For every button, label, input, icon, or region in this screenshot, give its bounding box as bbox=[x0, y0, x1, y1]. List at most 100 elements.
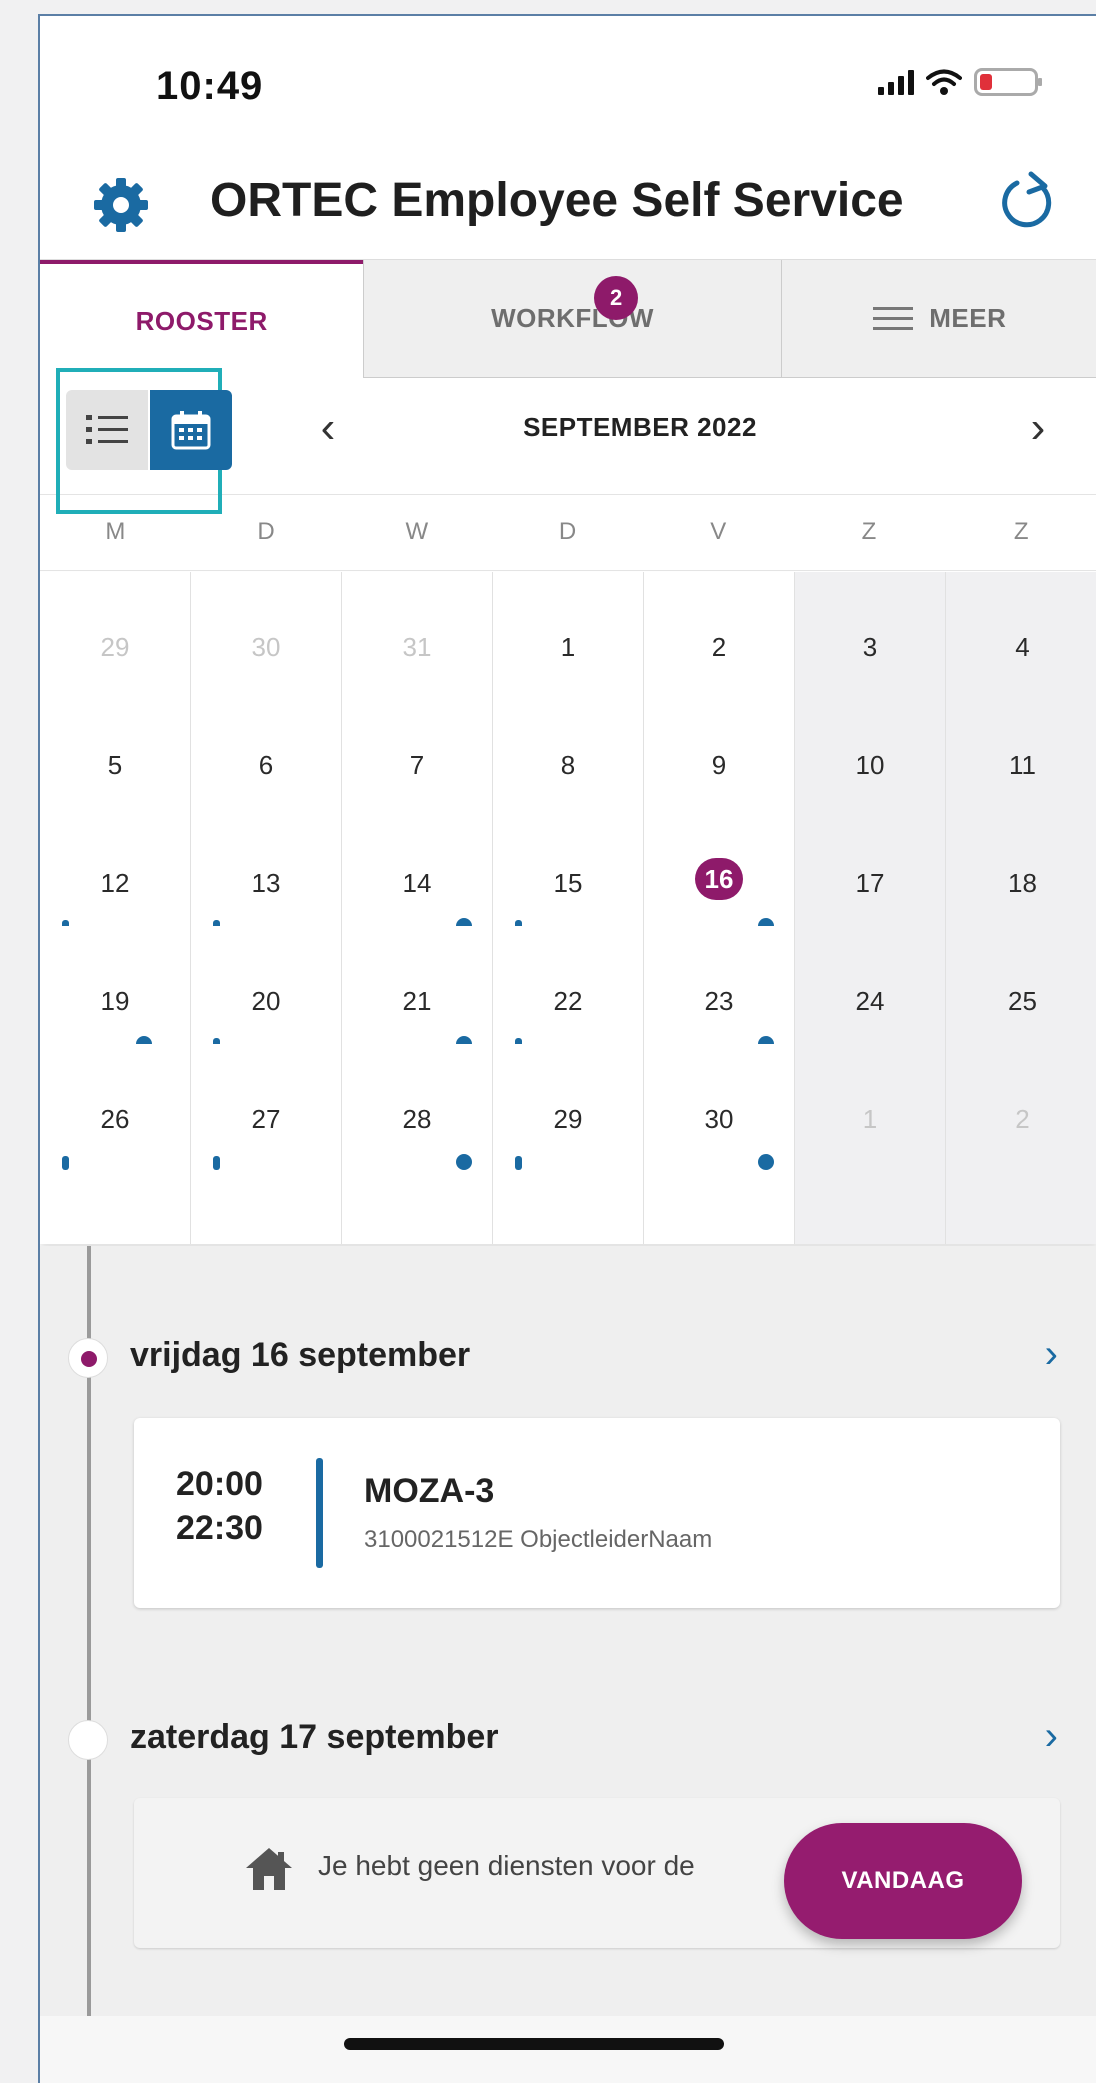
calendar-day-cell[interactable]: 7 bbox=[342, 690, 493, 808]
gear-icon[interactable] bbox=[92, 176, 150, 234]
weekday-label: Z bbox=[1013, 518, 1029, 545]
calendar-day-cell[interactable]: 15 bbox=[493, 808, 644, 934]
weekday-label: Z bbox=[861, 518, 877, 545]
calendar-day-number: 8 bbox=[560, 750, 576, 780]
calendar-day-cell[interactable]: 30 bbox=[644, 1044, 795, 1244]
calendar-day-cell[interactable]: 21 bbox=[342, 926, 493, 1052]
calendar-day-number: 21 bbox=[402, 986, 432, 1016]
calendar-day-number: 13 bbox=[251, 868, 281, 898]
calendar-grid: 29 30 31 1 2 3 4 5 6 7 8 9 10 11 12 13 14 15 16 17 18 19 20 21 2… bbox=[40, 572, 1096, 1244]
calendar-icon bbox=[171, 411, 211, 450]
status-icons bbox=[878, 68, 1042, 96]
calendar-day-number: 1 bbox=[862, 1104, 878, 1134]
next-month-button[interactable]: › bbox=[1008, 398, 1068, 458]
calendar-day-cell[interactable]: 26 bbox=[40, 1044, 191, 1244]
calendar-day-cell[interactable]: 12 bbox=[40, 808, 191, 934]
refresh-icon[interactable] bbox=[993, 170, 1059, 236]
calendar-day-cell[interactable]: 3 bbox=[795, 572, 946, 690]
calendar-day-number: 5 bbox=[107, 750, 123, 780]
calendar-day-cell[interactable]: 6 bbox=[191, 690, 342, 808]
shift-start: 20:00 bbox=[176, 1465, 263, 1503]
calendar-day-number: 7 bbox=[409, 750, 425, 780]
calendar-day-cell[interactable]: 17 bbox=[795, 808, 946, 926]
shift-color-bar bbox=[316, 1458, 323, 1568]
month-label: SEPTEMBER 2022 bbox=[523, 412, 757, 442]
calendar-day-cell[interactable]: 29 bbox=[40, 572, 191, 690]
home-indicator[interactable] bbox=[344, 2038, 724, 2050]
app-screen: 10:49 ORTEC Employee Self Service ROOSTE… bbox=[38, 14, 1096, 2083]
today-button[interactable]: VANDAAG bbox=[784, 1823, 1022, 1939]
calendar-day-number: 1 bbox=[560, 632, 576, 662]
calendar-day-cell[interactable]: 29 bbox=[493, 1044, 644, 1244]
timeline-dot-active bbox=[68, 1338, 108, 1378]
calendar-day-cell[interactable]: 25 bbox=[946, 926, 1096, 1044]
weekday-label: D bbox=[257, 518, 275, 545]
battery-icon bbox=[974, 68, 1042, 96]
weekday-label: W bbox=[405, 518, 429, 545]
calendar-day-number: 20 bbox=[251, 986, 281, 1016]
tab-rooster-label: ROOSTER bbox=[135, 305, 268, 336]
day-label: zaterdag 17 september bbox=[130, 1718, 499, 1756]
chevron-right-icon[interactable]: › bbox=[1045, 1332, 1058, 1377]
calendar-day-cell[interactable]: 31 bbox=[342, 572, 493, 690]
no-shifts-text: Je hebt geen diensten voor de bbox=[318, 1850, 695, 1881]
calendar-day-cell[interactable]: 23 bbox=[644, 926, 795, 1052]
calendar-day-number: 2 bbox=[711, 632, 727, 662]
calendar-day-cell[interactable]: 10 bbox=[795, 690, 946, 808]
shift-marker bbox=[456, 1154, 472, 1170]
calendar-day-number: 16 bbox=[695, 858, 743, 900]
day-header[interactable]: vrijdag 16 september › bbox=[40, 1328, 1096, 1388]
weekday-header: M D W D V Z Z bbox=[40, 494, 1096, 571]
calendar-day-number: 23 bbox=[704, 986, 734, 1016]
calendar-day-cell[interactable]: 9 bbox=[644, 690, 795, 808]
shift-marker bbox=[758, 1154, 774, 1170]
weekday-label: M bbox=[105, 518, 126, 545]
signal-icon bbox=[878, 69, 914, 95]
tab-meer[interactable]: MEER bbox=[780, 260, 1096, 378]
calendar-day-number: 2 bbox=[1015, 1104, 1030, 1134]
app-title: ORTEC Employee Self Service bbox=[210, 174, 904, 227]
shift-end: 22:30 bbox=[176, 1509, 263, 1547]
calendar-day-cell[interactable]: 4 bbox=[946, 572, 1096, 690]
calendar-day-cell[interactable]: 14 bbox=[342, 808, 493, 934]
calendar-day-cell[interactable]: 27 bbox=[191, 1044, 342, 1244]
calendar-day-cell[interactable]: 18 bbox=[946, 808, 1096, 926]
weekday-label: V bbox=[710, 518, 727, 545]
day-header[interactable]: zaterdag 17 september › bbox=[40, 1710, 1096, 1770]
status-bar: 10:49 bbox=[40, 16, 1096, 136]
calendar-day-number: 30 bbox=[251, 632, 281, 662]
calendar-day-cell[interactable]: 2 bbox=[946, 1044, 1096, 1244]
chevron-right-icon[interactable]: › bbox=[1045, 1714, 1058, 1759]
calendar-day-cell[interactable]: 19 bbox=[40, 926, 191, 1052]
calendar-day-number: 30 bbox=[704, 1104, 734, 1134]
calendar-view-button[interactable] bbox=[150, 390, 232, 470]
previous-month-button[interactable]: ‹ bbox=[298, 398, 358, 458]
calendar-day-cell[interactable]: 28 bbox=[342, 1044, 493, 1244]
shift-title: MOZA-3 bbox=[364, 1472, 495, 1510]
calendar-day-cell[interactable]: 30 bbox=[191, 572, 342, 690]
calendar-day-cell[interactable]: 1 bbox=[493, 572, 644, 690]
calendar-day-cell[interactable]: 13 bbox=[191, 808, 342, 934]
calendar-day-number: 9 bbox=[711, 750, 727, 780]
calendar-day-cell[interactable]: 11 bbox=[946, 690, 1096, 808]
calendar-day-cell[interactable]: 22 bbox=[493, 926, 644, 1052]
app-header: ORTEC Employee Self Service bbox=[40, 156, 1096, 256]
calendar-day-number: 15 bbox=[553, 868, 583, 898]
weekday-label: D bbox=[558, 518, 577, 545]
calendar-day-cell[interactable]: 5 bbox=[40, 690, 191, 808]
calendar-day-cell[interactable]: 1 bbox=[795, 1044, 946, 1244]
calendar-day-number: 6 bbox=[258, 750, 274, 780]
tab-rooster[interactable]: ROOSTER bbox=[40, 260, 364, 378]
calendar-day-number: 27 bbox=[251, 1104, 281, 1134]
timeline-dot bbox=[68, 1720, 108, 1760]
calendar-day-cell[interactable]: 20 bbox=[191, 926, 342, 1052]
shift-subtitle: 3100021512E ObjectleiderNaam bbox=[364, 1526, 713, 1553]
calendar-day-cell[interactable]: 16 bbox=[644, 808, 795, 934]
calendar-day-cell[interactable]: 2 bbox=[644, 572, 795, 690]
list-view-button[interactable] bbox=[66, 390, 148, 470]
tab-workflow[interactable]: WORKFLOW 2 bbox=[363, 260, 781, 378]
calendar-day-number: 4 bbox=[1015, 632, 1030, 662]
calendar-day-cell[interactable]: 8 bbox=[493, 690, 644, 808]
shift-card[interactable]: 20:00 22:30 MOZA-3 3100021512E Objectlei… bbox=[134, 1418, 1060, 1608]
calendar-day-cell[interactable]: 24 bbox=[795, 926, 946, 1044]
